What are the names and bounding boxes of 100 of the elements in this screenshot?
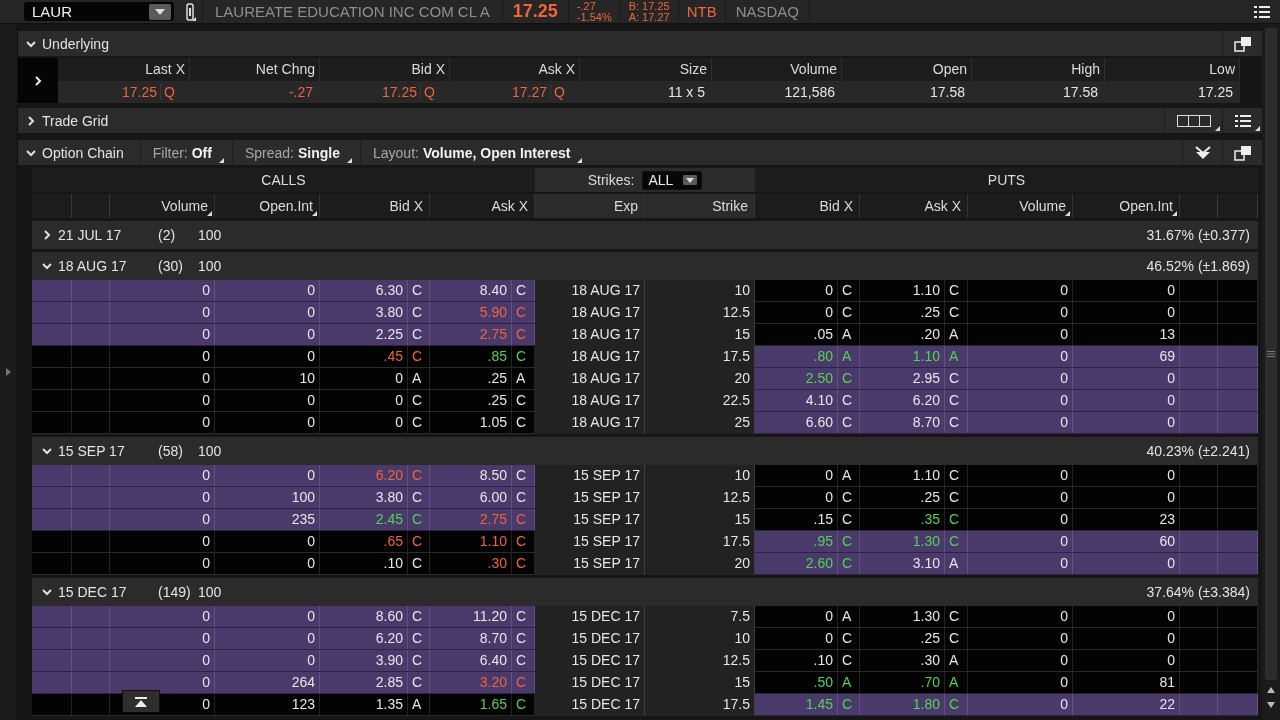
collapse-arrow-icon[interactable] [6,368,11,376]
table-cell: 1.30 [860,531,945,552]
table-cell: C [408,650,430,671]
column-header[interactable]: Volume [968,194,1073,218]
table-cell: 235 [215,509,320,530]
table-cell: 8.40 [430,280,512,301]
table-cell: .50 [755,672,838,693]
section-header[interactable]: Trade Grid [18,108,1262,133]
grid-layout-icon [1176,114,1211,127]
table-cell: C [945,412,968,433]
chevron-down-icon[interactable] [26,38,36,49]
table-cell: 0 [110,280,215,301]
table-cell: 69 [1073,346,1180,367]
column-header[interactable]: Volume [110,194,215,218]
table-cell: A [945,650,968,671]
table-cell: 6.40 [430,650,512,671]
exchange-label: NASDAQ [724,0,810,23]
column-header[interactable]: Open.Int [215,194,320,218]
table-cell: 1.10 [860,346,945,367]
column-header: Size [580,58,712,81]
layout-button[interactable] [1164,108,1222,133]
table-cell: 0 [968,346,1073,367]
column-header[interactable]: Exp [535,194,645,218]
column-header: Open [842,58,972,81]
table-cell: C [408,606,430,627]
table-cell: 0 [1073,553,1180,574]
table-cell: .25 [430,368,512,389]
chevron-down-icon[interactable] [26,147,36,158]
section-header[interactable]: Option Chain Filter: Off Spread: Single Layout: Volume, Open Interest [18,140,1262,165]
table-cell: C [945,390,968,411]
table-cell: 0 [215,531,320,552]
table-cell: C [945,280,968,301]
column-header[interactable]: Bid X [755,194,860,218]
section-title: Trade Grid [42,112,109,129]
table-cell: 100 [215,487,320,508]
table-cell: C [838,650,860,671]
column-header[interactable]: Bid X [320,194,430,218]
table-cell: 0 [968,672,1073,693]
column-header[interactable]: Strike [645,194,755,218]
implied-volatility: 46.52% (±1.869) [1146,258,1250,274]
table-cell: .65 [320,531,408,552]
table-cell-text: 11 x 5 [667,84,706,100]
table-cell: A [408,368,430,389]
strikes-dropdown[interactable]: ALL [642,170,703,190]
table-cell: 3.20 [430,672,512,693]
table-cell: 0 [215,302,320,323]
expiration-date: 18 AUG 17 [58,258,128,274]
expiration-header[interactable]: 18 AUG 17 (30) 100 46.52% (±1.869) [32,252,1258,280]
table-cell: 0 [110,465,215,486]
table-cell: C [945,368,968,389]
table-cell: 1.65 [430,694,512,715]
chevron-right-icon[interactable] [26,115,36,126]
table-cell: 0 [968,390,1073,411]
table-cell: 0 [755,606,838,627]
table-cell-text: 17.25 [381,84,418,100]
filter-dropdown[interactable]: Spread: Single [231,140,354,165]
table-cell: 0 [110,346,215,367]
company-name: LAUREATE EDUCATION INC COM CL A [202,0,503,23]
table-cell: .30 [860,650,945,671]
chevron-down-icon[interactable] [42,446,52,456]
table-cell: C [838,553,860,574]
scroll-down-icon[interactable] [1267,702,1275,708]
chevron-down-icon[interactable] [42,261,52,271]
table-cell: C [408,465,430,486]
table-cell: C [408,553,430,574]
chevron-right-icon[interactable] [42,230,52,240]
scroll-to-top-button[interactable] [122,690,160,712]
section-header[interactable]: Underlying [18,31,1262,56]
table-cell: .80 [755,346,838,367]
contract-multiplier: 100 [198,443,222,459]
table-cell: 5.90 [430,302,512,323]
filter-dropdown[interactable]: Filter: Off [139,140,226,165]
calls-header: CALLS [32,168,535,192]
table-cell: C [838,628,860,649]
filter-dropdown[interactable]: Layout: Volume, Open Interest [360,140,585,165]
table-cell-text: 121,586 [784,84,836,100]
table-cell: 0 [1073,487,1180,508]
table-cell: 0 [968,606,1073,627]
column-header[interactable]: Ask X [860,194,968,218]
table-cell: 123 [215,694,320,715]
dropdown-button[interactable] [149,3,171,20]
expiration-header[interactable]: 15 SEP 17 (58) 100 40.23% (±2.241) [32,437,1258,465]
scroll-up-icon[interactable] [1267,687,1275,693]
table-cell: 0 [110,302,215,323]
table-cell: 0 [320,368,408,389]
table-cell: A [838,346,860,367]
chevron-down-icon[interactable] [42,587,52,597]
table-cell-text: 17.58 [1062,84,1099,100]
expiration-header[interactable]: 21 JUL 17 (2) 100 31.67% (±0.377) [32,221,1258,249]
caret-down-icon [155,8,165,15]
table-cell: .25 [860,302,945,323]
table-cell: 6.20 [320,628,408,649]
expiration-header[interactable]: 15 DEC 17 (149) 100 37.64% (±3.384) [32,578,1258,606]
days-to-expiration: (58) [158,443,184,459]
table-cell: C [838,412,860,433]
table-cell: 0 [755,465,838,486]
table-cell: A [945,672,968,693]
table-cell: 6.60 [755,412,838,433]
column-header[interactable]: Open.Int [1073,194,1180,218]
symbol-field[interactable]: LAUR [24,2,174,21]
